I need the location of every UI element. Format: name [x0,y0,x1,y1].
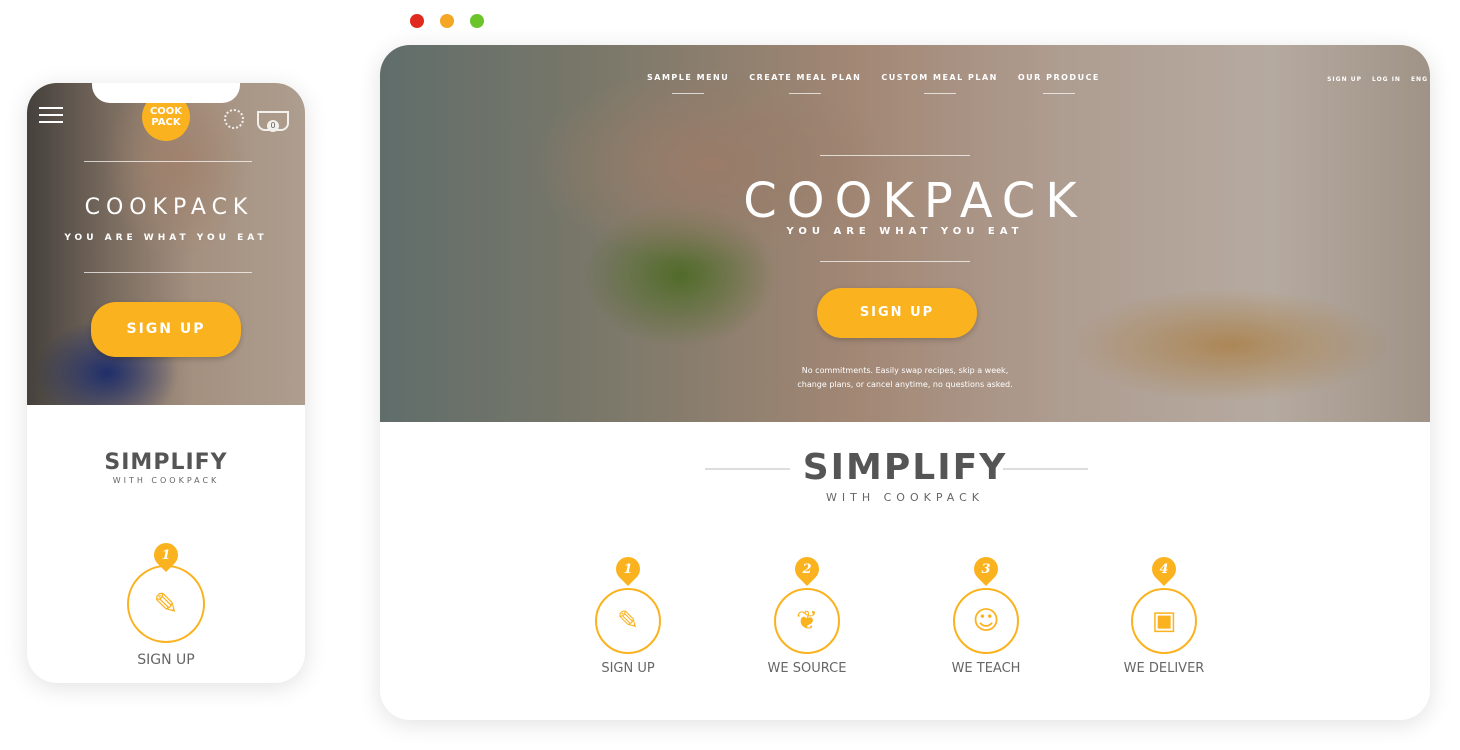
mobile-section-subtitle: WITH COOKPACK [112,476,220,485]
step-label: WE SOURCE [767,661,847,676]
divider [84,272,252,273]
hero-note-line-2: change plans, or cancel anytime, no ques… [797,380,1013,389]
main-nav: SAMPLE MENU CREATE MEAL PLAN CUSTOM MEAL… [647,73,1100,94]
sign-up-link[interactable]: SIGN UP [1327,76,1362,83]
minimize-window-button[interactable] [440,14,454,28]
chef-icon: ☺ [972,606,1000,636]
mobile-step-sign-up-circle: ✎ [127,565,205,643]
step-number-pin: 4 [1147,552,1181,586]
section-title: SIMPLIFY [802,447,1008,488]
pencil-icon: ✎ [153,586,179,622]
box-icon: ▣ [1151,606,1177,636]
mobile-device: COOK PACK 0 COOKPACK YOU ARE WHAT YOU EA… [27,83,305,683]
close-window-button[interactable] [410,14,424,28]
log-in-link[interactable]: LOG IN [1372,76,1401,83]
step-circle: ▣ [1131,588,1197,654]
hero-sign-up-button[interactable]: SIGN UP [817,288,977,338]
mobile-sign-up-button[interactable]: SIGN UP [91,302,241,357]
step-number-pin: 1 [611,552,645,586]
cart-count: 0 [267,120,279,132]
hamburger-menu-icon[interactable] [39,107,63,123]
step-circle: ❦ [774,588,840,654]
language-link[interactable]: ENG [1411,76,1428,83]
phone-notch [92,83,240,103]
step-number-pin: 2 [790,552,824,586]
divider [84,161,252,162]
nav-sample-menu[interactable]: SAMPLE MENU [647,73,729,94]
hero-title: COOKPACK [743,173,1087,229]
step-label: SIGN UP [601,661,655,676]
divider [820,261,970,262]
nav-create-meal-plan[interactable]: CREATE MEAL PLAN [749,73,861,94]
mobile-step-label: SIGN UP [137,652,195,668]
mobile-hero-tagline: YOU ARE WHAT YOU EAT [64,233,268,243]
section-subtitle: WITH COOKPACK [826,491,984,504]
mobile-hero-title: COOKPACK [84,195,254,220]
hero-note-line-1: No commitments. Easily swap recipes, ski… [801,366,1009,375]
desktop-browser-window: SAMPLE MENU CREATE MEAL PLAN CUSTOM MEAL… [380,45,1430,720]
plant-icon: ❦ [796,606,818,636]
maximize-window-button[interactable] [470,14,484,28]
nav-custom-meal-plan[interactable]: CUSTOM MEAL PLAN [881,73,997,94]
step-label: WE DELIVER [1123,661,1205,676]
step-circle: ✎ [595,588,661,654]
pencil-icon: ✎ [617,606,639,636]
step-circle: ☺ [953,588,1019,654]
mobile-section-title: SIMPLIFY [104,450,228,475]
hero-tagline: YOU ARE WHAT YOU EAT [786,226,1024,237]
account-nav: SIGN UP LOG IN ENG [1327,76,1428,83]
settings-gear-icon[interactable] [224,109,244,129]
cart-basket-icon[interactable]: 0 [257,111,289,132]
divider [820,155,970,156]
step-number-pin: 3 [969,552,1003,586]
step-label: WE TEACH [951,661,1021,676]
nav-our-produce[interactable]: OUR PRODUCE [1018,73,1100,94]
